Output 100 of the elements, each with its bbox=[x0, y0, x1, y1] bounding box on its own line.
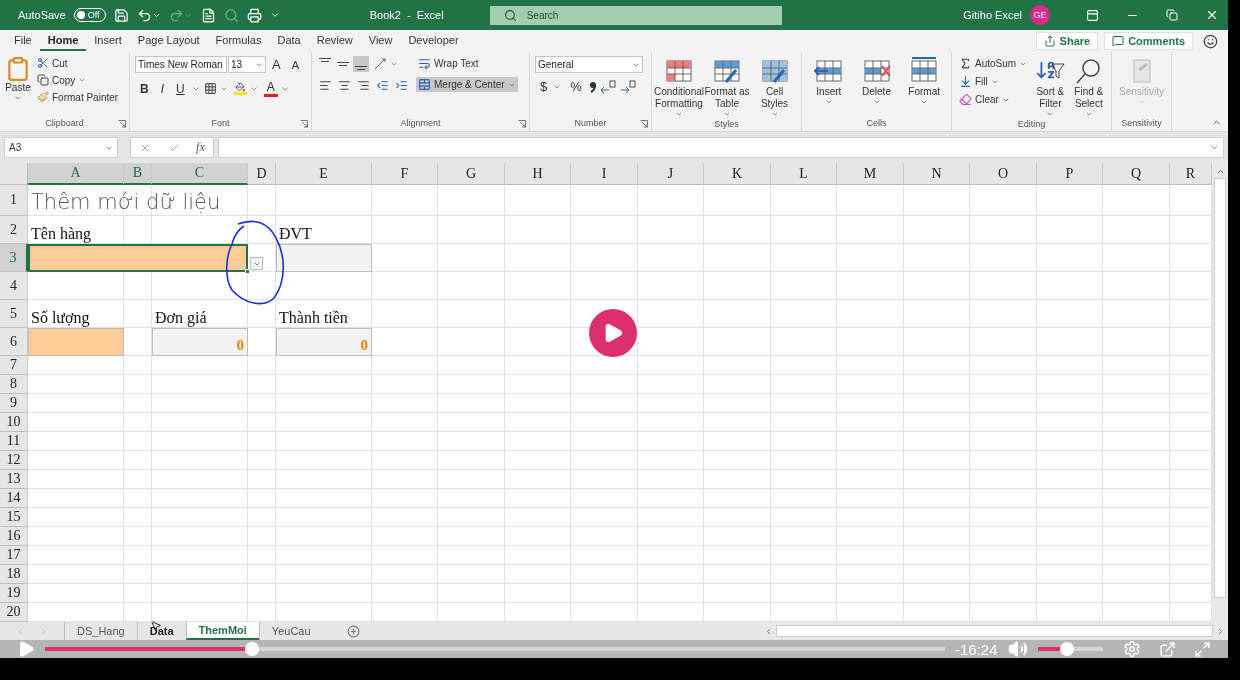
row-header[interactable]: 3 bbox=[0, 244, 28, 272]
ribbon-button[interactable]: Find & Select bbox=[1071, 56, 1106, 118]
column-header[interactable]: N bbox=[904, 163, 970, 185]
insert-function-button[interactable]: fx bbox=[196, 140, 205, 155]
ribbon-button[interactable]: Insert bbox=[807, 56, 851, 117]
ribbon-button[interactable]: Delete bbox=[854, 56, 899, 117]
clear-button[interactable]: Clear bbox=[957, 92, 1030, 107]
ribbon-button[interactable]: Cut bbox=[35, 56, 121, 70]
wrap-text-button[interactable]: Wrap Text bbox=[416, 56, 518, 71]
column-header[interactable]: G bbox=[438, 163, 505, 185]
ribbon-button[interactable]: Format bbox=[902, 56, 946, 117]
customize-caret-icon[interactable] bbox=[269, 10, 280, 20]
dialog-launcher-icon[interactable] bbox=[118, 120, 126, 128]
row-header[interactable]: 4 bbox=[0, 272, 28, 300]
column-header[interactable]: A bbox=[28, 163, 124, 185]
align-button[interactable] bbox=[336, 78, 353, 93]
row-header[interactable]: 13 bbox=[0, 470, 28, 489]
column-header[interactable]: E bbox=[276, 163, 372, 185]
row-header[interactable]: 20 bbox=[0, 603, 28, 622]
indent-button[interactable] bbox=[393, 78, 410, 93]
column-header[interactable]: F bbox=[372, 163, 438, 185]
menu-tab[interactable]: Review bbox=[308, 31, 361, 51]
printer-icon[interactable] bbox=[246, 7, 262, 23]
column-header[interactable]: K bbox=[704, 163, 771, 185]
row-header[interactable]: 2 bbox=[0, 216, 28, 244]
row-header[interactable]: 1 bbox=[0, 185, 28, 216]
menu-tab[interactable]: Data bbox=[269, 31, 309, 51]
menu-tab[interactable]: View bbox=[360, 31, 401, 51]
document-icon[interactable] bbox=[200, 7, 216, 23]
input-cell[interactable] bbox=[28, 244, 248, 272]
row-header[interactable]: 12 bbox=[0, 451, 28, 470]
menu-tab[interactable]: Formulas bbox=[207, 31, 270, 51]
comma-style-icon[interactable] bbox=[588, 81, 597, 93]
column-header[interactable]: B bbox=[124, 163, 152, 185]
ribbon-button[interactable]: Format Painter bbox=[35, 90, 121, 104]
dialog-launcher-icon[interactable] bbox=[300, 120, 308, 128]
user-avatar[interactable]: GE bbox=[1030, 5, 1050, 25]
font-color-button[interactable]: A bbox=[261, 79, 291, 98]
increase-decimal-icon[interactable] bbox=[598, 80, 617, 94]
percent-button[interactable]: % bbox=[565, 79, 587, 95]
menu-tab[interactable]: File bbox=[6, 31, 40, 51]
font-style-button[interactable]: B bbox=[135, 80, 154, 97]
input-cell[interactable] bbox=[28, 328, 124, 356]
ribbon-button[interactable]: Sort & Filter bbox=[1033, 56, 1068, 118]
indent-button[interactable] bbox=[374, 78, 391, 93]
ribbon-button[interactable]: Copy bbox=[35, 73, 121, 87]
row-header[interactable]: 8 bbox=[0, 375, 28, 394]
menu-tab[interactable]: Developer bbox=[400, 31, 467, 51]
row-header[interactable]: 5 bbox=[0, 300, 28, 328]
column-header[interactable]: H bbox=[505, 163, 571, 185]
save-icon[interactable] bbox=[113, 7, 129, 23]
shrink-font-button[interactable]: A bbox=[286, 56, 304, 73]
undo-icon[interactable] bbox=[136, 7, 161, 23]
column-header[interactable]: Q bbox=[1103, 163, 1170, 185]
row-header[interactable]: 16 bbox=[0, 527, 28, 546]
formula-input[interactable] bbox=[218, 137, 1224, 158]
row-header[interactable]: 17 bbox=[0, 546, 28, 565]
column-header[interactable]: D bbox=[248, 163, 276, 185]
font-style-button[interactable]: I bbox=[155, 80, 169, 97]
autosum-button[interactable]: AutoSum bbox=[957, 56, 1030, 71]
row-header[interactable]: 19 bbox=[0, 584, 28, 603]
align-button[interactable] bbox=[353, 56, 369, 72]
volume-icon[interactable] bbox=[1007, 639, 1028, 659]
row-header[interactable]: 7 bbox=[0, 356, 28, 375]
row-header[interactable]: 18 bbox=[0, 565, 28, 584]
row-header[interactable]: 6 bbox=[0, 328, 28, 356]
search-icon[interactable] bbox=[223, 7, 239, 23]
column-header[interactable]: M bbox=[837, 163, 904, 185]
font-name-dropdown[interactable]: Times New Roman bbox=[135, 56, 227, 73]
fill-handle[interactable] bbox=[245, 269, 250, 274]
sheet-tab[interactable]: ThemMoi bbox=[185, 622, 259, 640]
row-header[interactable]: 14 bbox=[0, 489, 28, 508]
align-button[interactable] bbox=[317, 78, 334, 93]
column-header[interactable]: C bbox=[152, 163, 248, 185]
ribbon-button[interactable]: Cell Styles bbox=[753, 56, 796, 118]
decrease-decimal-icon[interactable] bbox=[618, 80, 637, 94]
currency-button[interactable]: $ bbox=[535, 79, 564, 95]
font-style-button[interactable]: U bbox=[171, 80, 190, 97]
column-header[interactable]: J bbox=[638, 163, 704, 185]
menu-tab[interactable]: Page Layout bbox=[129, 31, 208, 51]
grow-font-button[interactable]: A bbox=[267, 56, 286, 73]
paste-button[interactable]: Paste bbox=[5, 56, 31, 117]
share-button[interactable]: Share bbox=[1035, 32, 1099, 50]
merge-center-button[interactable]: Merge & Center bbox=[416, 77, 518, 92]
font-size-dropdown[interactable]: 13 bbox=[228, 56, 266, 73]
smiley-icon[interactable] bbox=[1203, 33, 1218, 49]
play-button[interactable] bbox=[589, 309, 637, 357]
column-header[interactable]: R bbox=[1170, 163, 1212, 185]
fill-button[interactable]: Fill bbox=[957, 74, 1030, 89]
name-box[interactable]: A3 bbox=[4, 137, 118, 158]
dialog-launcher-icon[interactable] bbox=[640, 120, 648, 128]
row-header[interactable]: 9 bbox=[0, 394, 28, 413]
dropdown-button[interactable] bbox=[250, 257, 263, 270]
column-header[interactable]: L bbox=[771, 163, 837, 185]
redo-icon[interactable] bbox=[168, 7, 193, 23]
add-sheet-icon[interactable] bbox=[346, 624, 360, 638]
align-button[interactable] bbox=[355, 78, 372, 93]
number-format-dropdown[interactable]: General bbox=[535, 56, 643, 73]
column-header[interactable]: O bbox=[970, 163, 1037, 185]
row-header[interactable]: 15 bbox=[0, 508, 28, 527]
